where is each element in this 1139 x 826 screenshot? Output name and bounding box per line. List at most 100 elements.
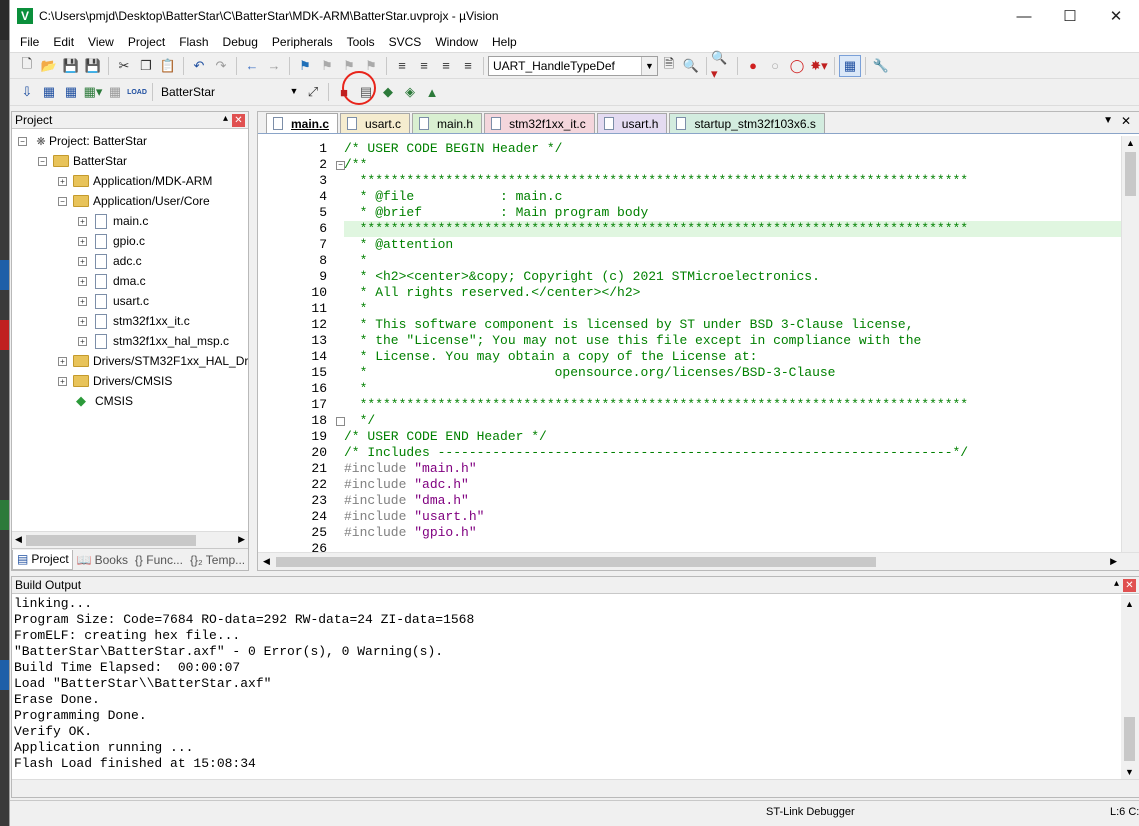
incremental-find-icon[interactable]: 🔍	[680, 55, 702, 77]
scroll-thumb[interactable]	[26, 535, 196, 546]
tree-item-group[interactable]: + Drivers/STM32F1xx_HAL_Driv	[58, 351, 248, 371]
scroll-thumb[interactable]	[1124, 717, 1135, 761]
find-in-files-icon[interactable]: 🗎	[658, 55, 680, 77]
expand-icon[interactable]: +	[78, 296, 87, 306]
tree-item-file[interactable]: + adc.c	[78, 251, 142, 271]
prev-bookmark-icon[interactable]: ⚑	[316, 55, 338, 77]
comment-icon[interactable]: ≡	[435, 55, 457, 77]
nav-back-icon[interactable]: ←	[241, 55, 263, 77]
copy-icon[interactable]: ❐	[135, 55, 157, 77]
pin-icon[interactable]: ▴	[1114, 578, 1119, 589]
save-all-icon[interactable]: 💾	[82, 55, 104, 77]
tab-main-c[interactable]: main.c	[266, 113, 339, 133]
minimize-button[interactable]: —	[1001, 0, 1047, 32]
menu-help[interactable]: Help	[485, 32, 524, 52]
tab-usart-c[interactable]: usart.c	[340, 113, 411, 133]
menu-svcs[interactable]: SVCS	[382, 32, 429, 52]
expand-icon[interactable]: +	[78, 316, 87, 326]
manage-project-items-icon[interactable]: ▤	[355, 81, 377, 103]
tab-main-h[interactable]: main.h	[412, 113, 483, 133]
scroll-left-icon[interactable]: ◀	[263, 556, 270, 567]
scroll-down-icon[interactable]: ▼	[1125, 767, 1134, 777]
expand-icon[interactable]: +	[58, 356, 67, 366]
unindent-icon[interactable]: ≡	[413, 55, 435, 77]
horizontal-scrollbar[interactable]: ◀ ▶	[258, 552, 1139, 570]
tree-item-file[interactable]: + main.c	[78, 211, 148, 231]
tree-item-group[interactable]: + Drivers/CMSIS	[58, 371, 172, 391]
batch-build-icon[interactable]: ▦▾	[82, 81, 104, 103]
open-folder-icon[interactable]: 📂	[38, 55, 60, 77]
tab-usart-h[interactable]: usart.h	[596, 113, 668, 133]
menu-view[interactable]: View	[81, 32, 121, 52]
expand-icon[interactable]: +	[58, 176, 67, 186]
redo-icon[interactable]: ↷	[210, 55, 232, 77]
menu-edit[interactable]: Edit	[46, 32, 81, 52]
save-icon[interactable]: 💾	[60, 55, 82, 77]
tab-templates[interactable]: {}₂ Temp...	[186, 550, 248, 570]
select-packs-icon[interactable]: ◆	[377, 81, 399, 103]
tab-books[interactable]: 📖 Books	[73, 550, 131, 570]
menu-project[interactable]: Project	[121, 32, 172, 52]
pin-icon[interactable]: ▴	[223, 113, 228, 124]
tree-item-file[interactable]: + stm32f1xx_hal_msp.c	[78, 331, 229, 351]
run-time-environment-icon[interactable]: ▲	[421, 81, 443, 103]
expand-icon[interactable]: +	[78, 276, 87, 286]
tree-item-cmsis[interactable]: ◆ CMSIS	[73, 391, 133, 411]
uncomment-icon[interactable]: ≡	[457, 55, 479, 77]
close-icon[interactable]: ✕	[232, 114, 245, 127]
vertical-scrollbar[interactable]: ▲	[1121, 136, 1139, 552]
close-icon[interactable]: ✕	[1123, 579, 1136, 592]
scroll-right-icon[interactable]: ▶	[1110, 556, 1117, 567]
scroll-up-icon[interactable]: ▲	[1125, 599, 1134, 609]
kill-breakpoints-icon[interactable]: ✸▾	[808, 55, 830, 77]
insert-breakpoint-icon[interactable]: ●	[742, 55, 764, 77]
horizontal-scrollbar[interactable]	[12, 779, 1139, 797]
tab-startup-s[interactable]: startup_stm32f103x6.s	[669, 113, 825, 133]
menu-flash[interactable]: Flash	[172, 32, 215, 52]
tree-item-group[interactable]: − Application/User/Core	[58, 191, 210, 211]
tree-item-file[interactable]: + dma.c	[78, 271, 146, 291]
tab-list-icon[interactable]: ▼	[1103, 115, 1113, 126]
target-options-icon[interactable]: ⤢	[302, 81, 324, 103]
horizontal-scrollbar[interactable]: ◀ ▶	[12, 531, 248, 548]
rebuild-icon[interactable]: ▦	[60, 81, 82, 103]
chevron-down-icon[interactable]: ▼	[286, 82, 302, 100]
paste-icon[interactable]: 📋	[157, 55, 179, 77]
stop-build-icon[interactable]: ▦	[104, 81, 126, 103]
tree-item-group[interactable]: + Application/MDK-ARM	[58, 171, 212, 191]
menu-peripherals[interactable]: Peripherals	[265, 32, 340, 52]
scroll-thumb[interactable]	[1125, 152, 1136, 196]
collapse-icon[interactable]: −	[18, 136, 27, 146]
menu-file[interactable]: File	[13, 32, 46, 52]
close-tab-icon[interactable]: ✕	[1121, 114, 1131, 128]
scroll-up-icon[interactable]: ▲	[1126, 138, 1135, 148]
tree-item-file[interactable]: + stm32f1xx_it.c	[78, 311, 190, 331]
menu-debug[interactable]: Debug	[216, 32, 265, 52]
disable-breakpoints-icon[interactable]: ◯	[786, 55, 808, 77]
scroll-left-icon[interactable]: ◀	[15, 534, 22, 545]
bookmark-icon[interactable]: ⚑	[294, 55, 316, 77]
window-layout-icon[interactable]: ▦	[839, 54, 861, 77]
indent-icon[interactable]: ≡	[391, 55, 413, 77]
expand-icon[interactable]: +	[78, 236, 87, 246]
tree-item-project[interactable]: − ❋ Project: BatterStar	[18, 131, 147, 151]
tree-item-file[interactable]: + usart.c	[78, 291, 149, 311]
build-output-text[interactable]: linking... Program Size: Code=7684 RO-dat…	[14, 596, 1121, 779]
configure-icon[interactable]: 🔧	[870, 55, 892, 77]
translate-icon[interactable]: ⇩	[16, 81, 38, 103]
tree-item-file[interactable]: + gpio.c	[78, 231, 145, 251]
vertical-scrollbar[interactable]: ▲ ▼	[1121, 595, 1139, 779]
close-button[interactable]: ✕	[1093, 0, 1139, 32]
collapse-icon[interactable]: −	[38, 156, 47, 166]
maximize-button[interactable]: ☐	[1047, 0, 1093, 32]
build-icon[interactable]: ▦	[38, 81, 60, 103]
tree-item-target[interactable]: − BatterStar	[38, 151, 127, 171]
chevron-down-icon[interactable]: ▼	[641, 56, 657, 75]
tab-project[interactable]: ▤ Project	[12, 549, 73, 570]
target-combo[interactable]: BatterStar ▼	[157, 82, 302, 102]
expand-icon[interactable]: +	[78, 216, 87, 226]
manage-components-icon[interactable]: ■	[333, 81, 355, 103]
menu-window[interactable]: Window	[428, 32, 485, 52]
expand-icon[interactable]: +	[78, 256, 87, 266]
cut-icon[interactable]: ✂	[113, 55, 135, 77]
